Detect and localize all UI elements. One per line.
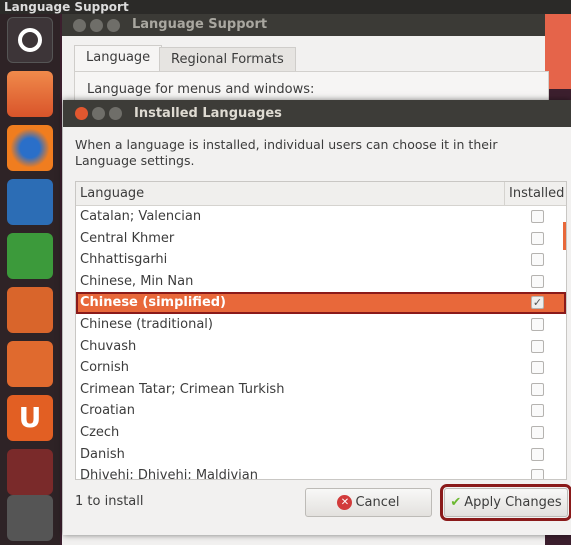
list-item[interactable]: Chhattisgarhi [76,249,566,271]
files-icon[interactable] [7,71,53,117]
cancel-label: Cancel [355,495,400,510]
list-item[interactable]: Crimean Tatar; Crimean Turkish [76,379,566,401]
tab-language[interactable]: Language [74,45,163,71]
language-name: Danish [80,446,125,462]
installed-checkbox[interactable] [531,317,544,331]
list-item[interactable]: Croatian [76,400,566,422]
language-name: Chhattisgarhi [80,252,168,268]
language-name: Crimean Tatar; Crimean Turkish [80,381,285,397]
dialog-title: Installed Languages [63,100,571,127]
list-item[interactable]: Chinese (simplified) ✓ [76,292,566,314]
checkmark-icon: ✔ [450,495,462,510]
list-item[interactable]: Cornish [76,357,566,379]
installed-checkbox[interactable] [531,274,544,288]
top-panel-title: Language Support [4,0,129,14]
installed-checkbox[interactable] [531,382,544,396]
installed-languages-dialog: Installed Languages When a language is i… [63,100,571,535]
language-name: Dhivehi; Dhivehi; Maldivian [80,468,259,480]
list-item[interactable]: Czech [76,422,566,444]
list-item[interactable]: Chinese (traditional) [76,314,566,336]
language-menus-label: Language for menus and windows: [87,82,315,97]
language-name: Croatian [80,403,135,419]
writer-icon[interactable] [7,179,53,225]
scrollbar[interactable] [563,222,566,250]
language-name: Cornish [80,360,130,376]
language-name: Czech [80,424,120,440]
tab-regional-formats[interactable]: Regional Formats [159,47,296,71]
trash-icon[interactable] [7,495,53,541]
list-item[interactable]: Chinese, Min Nan [76,271,566,293]
list-item[interactable]: Chuvash [76,336,566,358]
installed-checkbox[interactable] [531,339,544,353]
system-settings-icon[interactable] [7,449,53,495]
language-name: Catalan; Valencian [80,209,202,224]
installed-checkbox[interactable] [531,425,544,439]
list-header: Language Installed [76,182,566,206]
top-panel: Language Support [0,0,571,14]
installed-checkbox[interactable] [531,469,544,479]
cancel-icon: ✕ [337,495,353,510]
apply-label: Apply Changes [464,495,562,510]
installed-checkbox[interactable] [531,361,544,375]
maximize-icon[interactable] [109,107,122,120]
column-language[interactable]: Language [76,186,144,201]
language-name: Chuvash [80,338,137,354]
installed-checkbox[interactable] [531,253,544,267]
language-name: Central Khmer [80,230,175,246]
launcher: U [0,14,60,545]
minimize-icon[interactable] [90,19,103,32]
ubuntu-dash-icon[interactable] [7,17,53,63]
installed-checkbox[interactable] [531,231,544,245]
firefox-icon[interactable] [7,125,53,171]
window-title: Language Support [62,14,545,36]
installed-checkbox[interactable] [531,404,544,418]
dialog-description: When a language is installed, individual… [75,137,498,168]
installed-checkbox[interactable]: ✓ [531,296,544,310]
maximize-icon[interactable] [107,19,120,32]
list-item[interactable]: Catalan; Valencian [76,206,566,228]
impress-icon[interactable] [7,287,53,333]
list-item[interactable]: Dhivehi; Dhivehi; Maldivian [76,465,566,480]
apply-changes-button[interactable]: ✔ Apply Changes [440,484,571,521]
language-name: Chinese (simplified) [80,295,227,311]
installed-checkbox[interactable] [531,447,544,461]
ubuntu-one-icon[interactable]: U [7,395,53,441]
column-installed[interactable]: Installed [504,182,564,206]
close-icon[interactable] [73,19,86,32]
cancel-button[interactable]: ✕ Cancel [305,488,432,517]
software-center-icon[interactable] [7,341,53,387]
language-name: Chinese, Min Nan [80,273,194,289]
close-icon[interactable] [75,107,88,120]
calc-icon[interactable] [7,233,53,279]
language-list[interactable]: Language Installed Catalan; Valencian Cen… [75,181,567,480]
install-status: 1 to install [75,494,144,509]
installed-checkbox[interactable] [531,210,544,223]
language-name: Chinese (traditional) [80,316,213,332]
list-item[interactable]: Central Khmer [76,228,566,250]
minimize-icon[interactable] [92,107,105,120]
list-item[interactable]: Danish [76,444,566,466]
